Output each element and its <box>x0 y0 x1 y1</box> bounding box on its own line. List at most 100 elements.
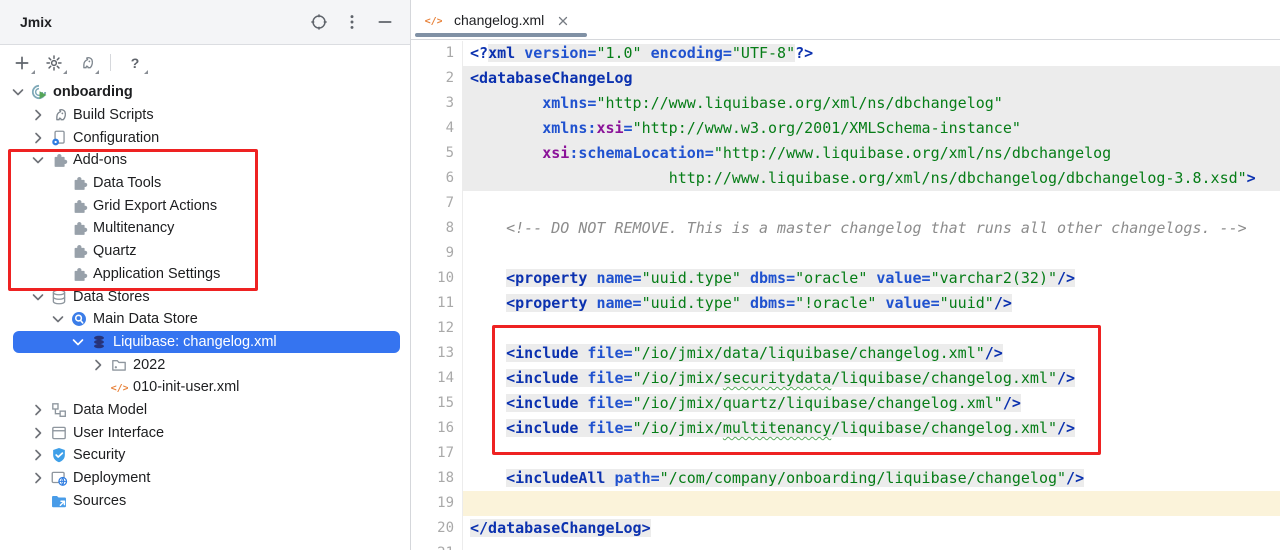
chevron-down-icon[interactable] <box>50 311 66 327</box>
code-line-11[interactable]: 11 <property name="uuid.type" dbms="!ora… <box>411 291 1280 316</box>
chevron-down-icon[interactable] <box>70 334 86 350</box>
chevron-right-icon[interactable] <box>30 470 46 486</box>
line-number: 6 <box>411 166 463 191</box>
tree-item-main-data-store[interactable]: Main Data Store <box>0 308 410 331</box>
tree-item-2022[interactable]: 2022 <box>0 353 410 376</box>
ui-icon <box>50 424 68 442</box>
code-text[interactable]: <property name="uuid.type" dbms="oracle"… <box>463 266 1280 291</box>
tree-item-quartz[interactable]: Quartz <box>0 240 410 263</box>
chevron-right-icon[interactable] <box>30 107 46 123</box>
code-line-7[interactable]: 7 <box>411 191 1280 216</box>
code-line-6[interactable]: 6 http://www.liquibase.org/xml/ns/dbchan… <box>411 166 1280 191</box>
chevron-down-icon[interactable] <box>30 152 46 168</box>
chevron-spacer <box>50 243 66 259</box>
line-number: 19 <box>411 491 463 516</box>
tree-item-label: Multitenancy <box>93 220 174 236</box>
tree-item-user-interface[interactable]: User Interface <box>0 421 410 444</box>
sources-icon <box>50 492 68 510</box>
tree-item-add-ons[interactable]: Add-ons <box>0 149 410 172</box>
code-text[interactable]: <include file="/io/jmix/data/liquibase/c… <box>463 341 1280 366</box>
code-line-2[interactable]: 2<databaseChangeLog <box>411 66 1280 91</box>
chevron-right-icon[interactable] <box>30 130 46 146</box>
code-line-20[interactable]: 20</databaseChangeLog> <box>411 516 1280 541</box>
gradle-elephant-icon[interactable] <box>76 53 96 73</box>
locate-icon[interactable] <box>310 13 328 31</box>
code-text[interactable] <box>463 316 1280 341</box>
line-number: 10 <box>411 266 463 291</box>
code-text[interactable]: http://www.liquibase.org/xml/ns/dbchange… <box>463 166 1280 191</box>
puzzle-icon <box>70 219 88 237</box>
code-text[interactable] <box>463 441 1280 466</box>
code-editor[interactable]: 1<?xml version="1.0" encoding="UTF-8"?>2… <box>411 41 1280 550</box>
close-icon[interactable] <box>555 12 571 28</box>
chevron-right-icon[interactable] <box>30 402 46 418</box>
settings-gear-icon[interactable] <box>44 53 64 73</box>
chevron-down-icon[interactable] <box>10 84 26 100</box>
code-text[interactable] <box>463 241 1280 266</box>
tree-item-application-settings[interactable]: Application Settings <box>0 263 410 286</box>
code-text[interactable]: <include file="/io/jmix/multitenancy/liq… <box>463 416 1280 441</box>
code-text[interactable] <box>463 541 1280 550</box>
code-text[interactable]: <?xml version="1.0" encoding="UTF-8"?> <box>463 41 1280 66</box>
line-number: 21 <box>411 541 463 550</box>
tab-changelog-xml[interactable]: </> changelog.xml <box>424 11 571 29</box>
code-line-19[interactable]: 19 <box>411 491 1280 516</box>
hide-panel-icon[interactable] <box>376 13 394 31</box>
code-line-18[interactable]: 18 <includeAll path="/com/company/onboar… <box>411 466 1280 491</box>
tree-item-data-stores[interactable]: Data Stores <box>0 285 410 308</box>
tree-item-build-scripts[interactable]: Build Scripts <box>0 104 410 127</box>
tree-item-grid-export-actions[interactable]: Grid Export Actions <box>0 194 410 217</box>
add-icon[interactable] <box>12 53 32 73</box>
code-line-16[interactable]: 16 <include file="/io/jmix/multitenancy/… <box>411 416 1280 441</box>
code-line-3[interactable]: 3 xmlns="http://www.liquibase.org/xml/ns… <box>411 91 1280 116</box>
code-text[interactable]: </databaseChangeLog> <box>463 516 1280 541</box>
puzzle-icon <box>70 197 88 215</box>
tree-item-security[interactable]: Security <box>0 444 410 467</box>
tree-item-deployment[interactable]: Deployment <box>0 467 410 490</box>
line-number: 17 <box>411 441 463 466</box>
tree-item-data-tools[interactable]: Data Tools <box>0 172 410 195</box>
code-line-5[interactable]: 5 xsi:schemaLocation="http://www.liquiba… <box>411 141 1280 166</box>
code-line-1[interactable]: 1<?xml version="1.0" encoding="UTF-8"?> <box>411 41 1280 66</box>
tree-item-label: Data Tools <box>93 175 161 191</box>
tree-item-label: Security <box>73 447 125 463</box>
chevron-right-icon[interactable] <box>30 425 46 441</box>
code-text[interactable]: <!-- DO NOT REMOVE. This is a master cha… <box>463 216 1280 241</box>
code-line-4[interactable]: 4 xmlns:xsi="http://www.w3.org/2001/XMLS… <box>411 116 1280 141</box>
tree-item-label: Main Data Store <box>93 311 198 327</box>
code-text[interactable]: <databaseChangeLog <box>463 66 1280 91</box>
code-text[interactable]: xmlns="http://www.liquibase.org/xml/ns/d… <box>463 91 1280 116</box>
code-line-10[interactable]: 10 <property name="uuid.type" dbms="orac… <box>411 266 1280 291</box>
code-line-14[interactable]: 14 <include file="/io/jmix/securitydata/… <box>411 366 1280 391</box>
tree-item-onboarding[interactable]: onboarding <box>0 81 410 104</box>
chevron-down-icon[interactable] <box>30 289 46 305</box>
code-line-21[interactable]: 21 <box>411 541 1280 550</box>
code-text[interactable]: <property name="uuid.type" dbms="!oracle… <box>463 291 1280 316</box>
code-text[interactable]: <include file="/io/jmix/quartz/liquibase… <box>463 391 1280 416</box>
svg-text:</>: </> <box>425 15 442 26</box>
puzzle-icon <box>70 242 88 260</box>
chevron-right-icon[interactable] <box>90 357 106 373</box>
code-line-12[interactable]: 12 <box>411 316 1280 341</box>
code-line-13[interactable]: 13 <include file="/io/jmix/data/liquibas… <box>411 341 1280 366</box>
code-line-8[interactable]: 8 <!-- DO NOT REMOVE. This is a master c… <box>411 216 1280 241</box>
tree-item-010-init-user-xml[interactable]: </>010-init-user.xml <box>0 376 410 399</box>
code-text[interactable] <box>463 191 1280 216</box>
code-text[interactable] <box>463 491 1280 516</box>
help-icon[interactable]: ? <box>125 53 145 73</box>
code-line-9[interactable]: 9 <box>411 241 1280 266</box>
tree-item-liquibase-changelog-xml[interactable]: Liquibase: changelog.xml <box>13 331 400 354</box>
code-text[interactable]: <includeAll path="/com/company/onboardin… <box>463 466 1280 491</box>
tree-item-data-model[interactable]: Data Model <box>0 399 410 422</box>
tree-item-configuration[interactable]: Configuration <box>0 126 410 149</box>
chevron-spacer <box>90 379 106 395</box>
tree-item-sources[interactable]: Sources <box>0 489 410 512</box>
more-options-icon[interactable] <box>343 13 361 31</box>
code-text[interactable]: <include file="/io/jmix/securitydata/liq… <box>463 366 1280 391</box>
code-line-17[interactable]: 17 <box>411 441 1280 466</box>
tree-item-multitenancy[interactable]: Multitenancy <box>0 217 410 240</box>
code-text[interactable]: xmlns:xsi="http://www.w3.org/2001/XMLSch… <box>463 116 1280 141</box>
code-text[interactable]: xsi:schemaLocation="http://www.liquibase… <box>463 141 1280 166</box>
code-line-15[interactable]: 15 <include file="/io/jmix/quartz/liquib… <box>411 391 1280 416</box>
chevron-right-icon[interactable] <box>30 447 46 463</box>
